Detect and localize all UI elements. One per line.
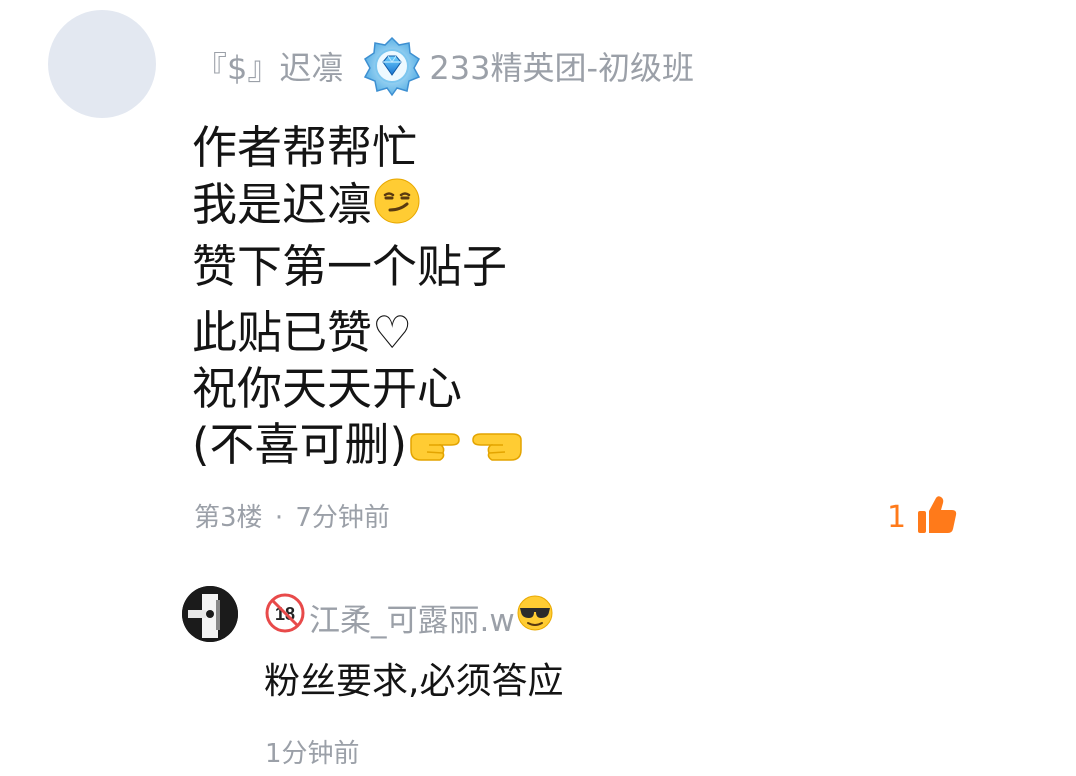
- commenter-username[interactable]: 『$』迟凛: [195, 43, 343, 89]
- commenter-name-row: 『$』迟凛 233精英团-初级班: [195, 35, 694, 97]
- group-name[interactable]: 233精英团-初级班: [429, 43, 694, 89]
- comment-line-with-emoji: (不喜可删): [192, 417, 912, 479]
- comment-line: 我是迟凛: [192, 178, 373, 231]
- diamond-rank-icon[interactable]: [361, 35, 423, 97]
- like-button[interactable]: 1: [887, 492, 960, 542]
- comment-line: 祝你天天开心: [192, 362, 463, 415]
- like-count: 1: [887, 499, 907, 535]
- replier-username[interactable]: 江柔_可露丽.w: [309, 595, 515, 640]
- sunglasses-emoji: [515, 593, 555, 641]
- age-18-icon: 18: [265, 593, 305, 641]
- comment-body: 作者帮帮忙 我是迟凛 赞下第一个贴子 此贴已赞♡ 祝你天天开心 (不喜可删): [192, 120, 912, 479]
- comment-line-with-emoji: 我是迟凛: [192, 176, 912, 239]
- pointing-left-emoji: [469, 423, 525, 479]
- thumbs-up-icon[interactable]: [914, 492, 960, 542]
- replier-avatar[interactable]: [182, 586, 238, 642]
- meta-separator: ·: [274, 503, 284, 533]
- commenter-avatar[interactable]: [48, 10, 156, 118]
- comment-line: (不喜可删): [192, 418, 408, 471]
- comment-line: 作者帮帮忙: [192, 121, 418, 174]
- comment-time: 7分钟前: [295, 503, 390, 533]
- comment-meta: 第3楼 · 7分钟前: [194, 500, 390, 536]
- replier-name-row: 18 江柔_可露丽.w: [265, 593, 555, 641]
- reply-text: 粉丝要求,必须答应: [264, 661, 564, 702]
- smirk-emoji: [372, 176, 422, 239]
- pointing-right-emoji: [407, 423, 463, 479]
- comment-line: 此贴已赞♡: [192, 306, 413, 359]
- comment-line: 赞下第一个贴子: [192, 240, 508, 293]
- reply-time: 1分钟前: [265, 739, 360, 769]
- floor-number: 第3楼: [194, 503, 263, 533]
